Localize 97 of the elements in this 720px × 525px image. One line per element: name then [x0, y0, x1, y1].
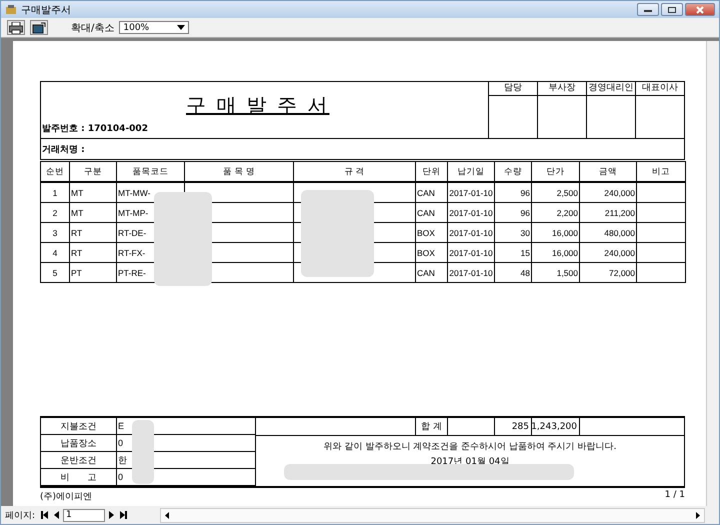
- last-page-button[interactable]: [118, 509, 130, 521]
- company-name: (주)에이피엔: [40, 491, 92, 503]
- zoom-select[interactable]: 100%: [119, 21, 190, 34]
- table-cell: 2017-01-10: [449, 228, 493, 238]
- column-header: 수량: [494, 162, 532, 182]
- page-indicator: 1 / 1: [664, 490, 685, 502]
- close-icon: [695, 6, 705, 14]
- vendor-label: 거래처명 :: [42, 144, 85, 156]
- table-cell: RT: [71, 248, 82, 258]
- table-cell: MT-MP-: [118, 208, 148, 218]
- redaction-block: [132, 420, 154, 484]
- table-cell: MT: [71, 208, 84, 218]
- term-value: E: [118, 421, 124, 431]
- page-input[interactable]: 1: [63, 508, 106, 522]
- table-cell: 96: [520, 188, 530, 198]
- table-cell: MT-MW-: [118, 188, 150, 198]
- printer-icon: [9, 22, 23, 34]
- document-title: 구 매 발 주 서: [186, 92, 330, 119]
- table-cell: PT-RE-: [118, 268, 146, 278]
- order-number: 발주번호 : 170104-002: [41, 123, 149, 136]
- table-cell: RT-DE-: [118, 228, 146, 238]
- first-icon: [41, 511, 48, 519]
- total-quantity: 285: [512, 422, 529, 432]
- table-cell: 16,000: [552, 228, 578, 238]
- column-header: 품 목 명: [184, 162, 294, 182]
- term-value: 한: [118, 454, 127, 466]
- column-header: 비고: [636, 162, 686, 182]
- table-cell: 2,500: [556, 188, 578, 198]
- table-cell: 2017-01-10: [449, 188, 493, 198]
- total-label: 합 계: [421, 421, 442, 433]
- table-cell: 240,000: [604, 248, 635, 258]
- table-cell: 3: [52, 228, 58, 238]
- term-label: 지불조건: [60, 420, 96, 432]
- term-label: 납품장소: [60, 438, 96, 450]
- table-cell: CAN: [417, 268, 435, 278]
- term-value: 0: [118, 438, 124, 448]
- term-label: 운반조건: [60, 454, 96, 466]
- column-header: 단위: [416, 162, 448, 182]
- column-header: 규 격: [294, 162, 416, 182]
- table-cell: 2017-01-10: [449, 268, 493, 278]
- table-cell: 211,200: [604, 208, 635, 218]
- restore-icon: [667, 6, 677, 14]
- table-cell: 16,000: [552, 248, 578, 258]
- table-cell: RT: [71, 228, 82, 238]
- table-cell: MT: [71, 188, 84, 198]
- approval-label: 대표이사: [636, 82, 684, 96]
- table-cell: 48: [520, 268, 530, 278]
- close-button[interactable]: [685, 3, 715, 16]
- last-icon: [120, 511, 128, 519]
- minimize-button[interactable]: [637, 3, 659, 16]
- app-icon: [5, 4, 17, 16]
- first-page-button[interactable]: [39, 509, 50, 521]
- table-cell: BOX: [417, 228, 435, 238]
- zoom-label: 확대/축소: [71, 22, 114, 34]
- next-icon: [109, 511, 114, 519]
- table-cell: 15: [520, 248, 530, 258]
- page-label: 페이지:: [5, 510, 36, 522]
- table-cell: 240,000: [604, 188, 635, 198]
- export-button[interactable]: [30, 20, 48, 35]
- table-cell: BOX: [417, 248, 435, 258]
- approval-label: 경영대리인: [587, 82, 635, 96]
- table-cell: 72,000: [609, 268, 635, 278]
- table-cell: RT-FX-: [118, 248, 146, 258]
- table-cell: PT: [71, 268, 82, 278]
- table-cell: 1,500: [556, 268, 578, 278]
- table-cell: 2017-01-10: [449, 248, 493, 258]
- table-cell: 30: [520, 228, 530, 238]
- table-cell: 1: [52, 188, 58, 198]
- term-label: 비 고: [60, 472, 96, 484]
- table-cell: CAN: [417, 208, 435, 218]
- table-cell: 4: [52, 248, 58, 258]
- column-header: 금액: [580, 162, 636, 182]
- previous-icon: [54, 511, 60, 519]
- column-header: 품목코드: [116, 162, 184, 182]
- column-header: 순번: [40, 162, 70, 182]
- scroll-right-icon: [695, 512, 701, 518]
- column-header: 단가: [532, 162, 580, 182]
- table-cell: 5: [52, 268, 58, 278]
- table-cell: 2: [52, 208, 58, 218]
- table-cell: 480,000: [604, 228, 635, 238]
- column-header: 구분: [70, 162, 116, 182]
- table-cell: 2,200: [556, 208, 578, 218]
- approval-label: 부사장: [538, 82, 586, 96]
- total-amount: 1,243,200: [531, 422, 577, 432]
- print-button[interactable]: [7, 20, 25, 35]
- notice-text: 위와 같이 발주하오니 계약조건을 준수하시어 납품하여 주시기 바랍니다.: [324, 441, 616, 453]
- approval-label: 담당: [489, 82, 537, 96]
- window-title: 구매발주서: [21, 4, 71, 16]
- dropdown-icon: [177, 25, 186, 30]
- table-cell: 96: [520, 208, 530, 218]
- column-header: 납기일: [448, 162, 494, 182]
- scroll-left-icon: [164, 512, 170, 518]
- table-cell: 2017-01-10: [449, 208, 493, 218]
- maximize-button[interactable]: [661, 3, 683, 16]
- export-icon: [32, 22, 46, 34]
- table-cell: CAN: [417, 188, 435, 198]
- term-value: 0: [118, 472, 124, 482]
